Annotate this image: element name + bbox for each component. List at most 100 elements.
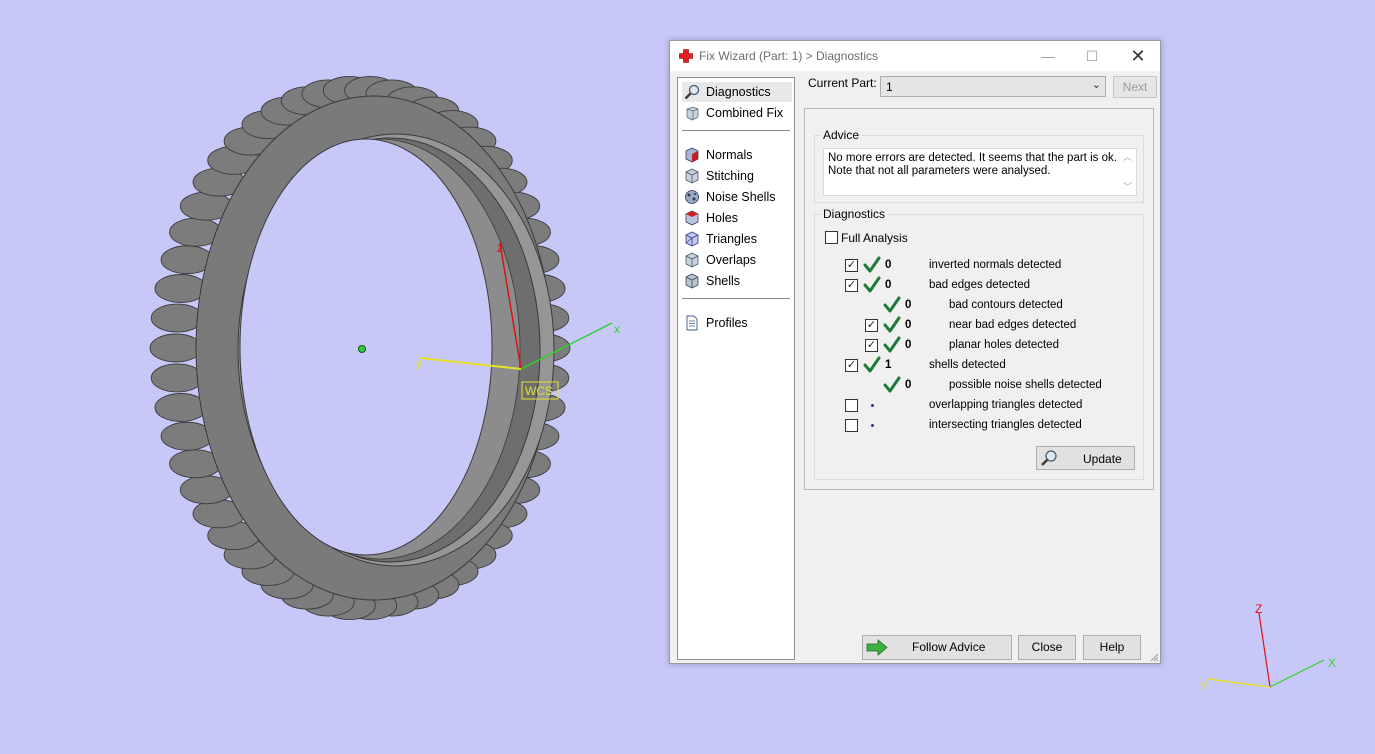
title-bar[interactable]: Fix Wizard (Part: 1) > Diagnostics — ☐ ✕	[670, 41, 1160, 71]
sidebar-item-label: Triangles	[706, 232, 757, 246]
diagnostic-count: 0	[905, 319, 912, 331]
diagnostic-label: intersecting triangles detected	[929, 419, 1082, 431]
svg-text:Z: Z	[1255, 602, 1262, 616]
update-button[interactable]: Update	[1036, 446, 1135, 470]
diagnostic-checkbox[interactable]: ✓	[845, 279, 858, 292]
red-cross-icon	[679, 49, 693, 63]
svg-text:x: x	[614, 322, 620, 336]
diagnostic-checkbox[interactable]: ✓	[845, 359, 858, 372]
pivot-point	[358, 345, 366, 353]
full-analysis-checkbox[interactable]	[825, 231, 838, 244]
full-analysis-label: Full Analysis	[841, 231, 908, 245]
resize-grip-icon[interactable]	[1149, 652, 1159, 662]
green-checkmark-icon	[883, 376, 901, 394]
sidebar-item-diagnostics[interactable]: Diagnostics	[682, 82, 792, 102]
advice-textbox[interactable]: No more errors are detected. It seems th…	[823, 148, 1137, 196]
status-dot-icon	[871, 404, 874, 407]
follow-advice-label: Follow Advice	[912, 640, 986, 654]
sidebar-item-label: Normals	[706, 148, 753, 162]
diagnostic-label: inverted normals detected	[929, 259, 1062, 271]
gear-tooth	[150, 363, 204, 393]
triangles-cube-icon	[685, 231, 699, 247]
sidebar-item-holes[interactable]: Holes	[682, 208, 792, 228]
current-part-select[interactable]: 1 ⌄	[880, 76, 1106, 97]
diagnostic-checkbox[interactable]: ✓	[865, 319, 878, 332]
sidebar-item-label: Profiles	[706, 316, 748, 330]
diagnostic-label: possible noise shells detected	[949, 379, 1102, 391]
status-dot-icon	[871, 424, 874, 427]
green-checkmark-icon	[883, 316, 901, 334]
diagnostic-label: bad edges detected	[929, 279, 1031, 291]
diagnostic-label: overlapping triangles detected	[929, 399, 1083, 411]
diagnostic-count: 0	[885, 259, 892, 271]
close-button[interactable]: Close	[1018, 635, 1076, 660]
gear-tooth	[149, 333, 203, 363]
scroll-up-icon[interactable]: ︿	[1123, 150, 1132, 163]
sidebar-item-normals[interactable]: Normals	[682, 145, 792, 165]
green-checkmark-icon	[863, 256, 881, 274]
sidebar-item-overlaps[interactable]: Overlaps	[682, 250, 792, 270]
diagnostic-count: 0	[905, 299, 912, 311]
sidebar-item-profiles[interactable]: Profiles	[682, 313, 792, 333]
chevron-down-icon: ⌄	[1091, 79, 1101, 91]
follow-advice-button[interactable]: Follow Advice	[862, 635, 1012, 660]
next-button[interactable]: Next	[1113, 76, 1157, 98]
normals-cube-icon	[685, 147, 699, 163]
diagnostic-checkbox[interactable]: ✓	[845, 259, 858, 272]
green-checkmark-icon	[863, 276, 881, 294]
scroll-down-icon[interactable]: ﹀	[1123, 180, 1132, 193]
advice-scrollbar[interactable]: ︿ ﹀	[1119, 149, 1136, 195]
svg-text:X: X	[1328, 656, 1336, 670]
svg-text:WCS: WCS	[525, 384, 553, 398]
close-window-button[interactable]: ✕	[1116, 41, 1160, 71]
shells-cube-icon	[685, 273, 699, 289]
sidebar-item-triangles[interactable]: Triangles	[682, 229, 792, 249]
diagnostic-count: 0	[905, 379, 912, 391]
green-arrow-icon	[866, 639, 888, 656]
sidebar-item-combined-fix[interactable]: Combined Fix	[682, 103, 792, 123]
sidebar-item-label: Holes	[706, 211, 738, 225]
current-part-value: 1	[886, 80, 893, 94]
update-label: Update	[1083, 452, 1122, 466]
fix-wizard-dialog: Fix Wizard (Part: 1) > Diagnostics — ☐ ✕…	[669, 40, 1161, 664]
magnifier-icon	[1041, 450, 1057, 466]
sidebar-item-label: Noise Shells	[706, 190, 776, 204]
sidebar-item-label: Combined Fix	[706, 106, 784, 120]
svg-text:y: y	[416, 356, 422, 370]
advice-title: Advice	[821, 128, 862, 142]
maximize-button[interactable]: ☐	[1070, 41, 1114, 71]
noise-shells-icon	[685, 190, 699, 204]
minimize-button[interactable]: —	[1026, 41, 1070, 71]
diagnostic-label: bad contours detected	[949, 299, 1063, 311]
advice-line-2: Note that not all parameters were analys…	[828, 165, 1051, 177]
green-checkmark-icon	[863, 356, 881, 374]
corner-axis-triad: X Z Y	[1200, 602, 1336, 693]
diagnostic-label: planar holes detected	[949, 339, 1059, 351]
holes-cube-icon	[685, 210, 699, 226]
diagnostics-title: Diagnostics	[821, 207, 888, 221]
help-button[interactable]: Help	[1083, 635, 1141, 660]
diagnostic-count: 1	[885, 359, 892, 371]
sidebar-divider	[682, 130, 790, 131]
diagnostic-label: near bad edges detected	[949, 319, 1077, 331]
dialog-title: Fix Wizard (Part: 1) > Diagnostics	[699, 49, 879, 63]
diagnostic-label: shells detected	[929, 359, 1006, 371]
cube-icon	[686, 106, 699, 121]
svg-text:Y: Y	[1200, 679, 1208, 693]
diagnostic-checkbox[interactable]: ✓	[865, 339, 878, 352]
svg-text:z: z	[497, 241, 503, 255]
sidebar-item-shells[interactable]: Shells	[682, 271, 792, 291]
sidebar-item-stitching[interactable]: Stitching	[682, 166, 792, 186]
stitching-cube-icon	[685, 168, 699, 184]
diagnostic-count: 0	[885, 279, 892, 291]
overlaps-cube-icon	[685, 252, 699, 268]
green-checkmark-icon	[883, 336, 901, 354]
sidebar-item-label: Diagnostics	[706, 85, 771, 99]
diagnostic-checkbox[interactable]	[845, 419, 858, 432]
sidebar-item-noise-shells[interactable]: Noise Shells	[682, 187, 792, 207]
green-checkmark-icon	[883, 296, 901, 314]
magnifier-icon	[684, 84, 700, 100]
sidebar-item-label: Stitching	[706, 169, 754, 183]
diagnostic-checkbox[interactable]	[845, 399, 858, 412]
gear-tooth	[150, 303, 204, 333]
